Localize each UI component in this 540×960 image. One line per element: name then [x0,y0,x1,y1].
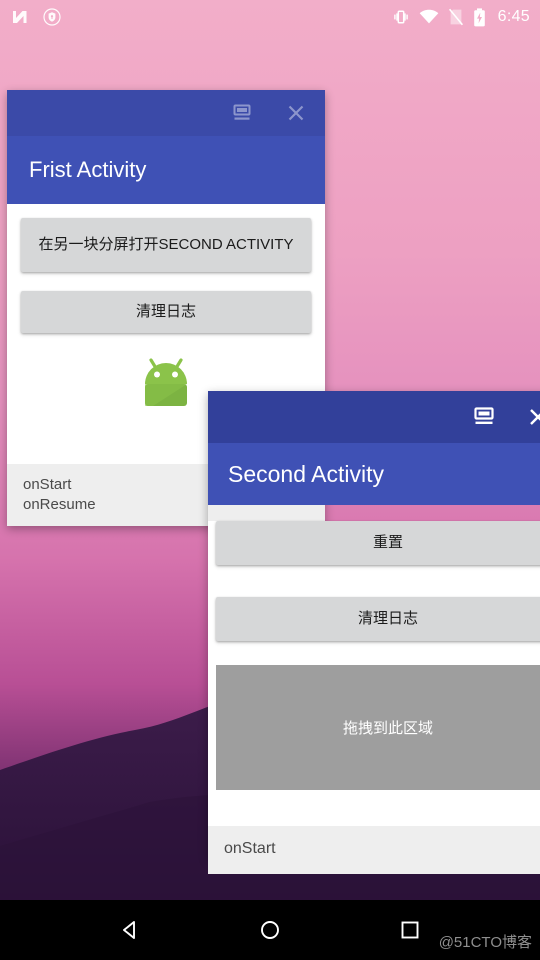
phone-screen: 6:45 Frist Activity 在另一块分屏打开SECOND ACTIV… [0,0,540,960]
window-caption-bar-second [208,391,540,443]
status-bar-clock: 6:45 [497,8,530,25]
clear-log-button-first[interactable]: 清理日志 [21,291,311,333]
split-screen-restore-icon[interactable] [471,404,497,430]
window-caption-bar-first [7,90,325,136]
window-title-second: Second Activity [208,443,540,505]
log-output-second: onStart [208,826,540,874]
window-second-activity[interactable]: Second Activity 重置 清理日志 拖拽到此区域 onStart [208,391,540,874]
window-body-second: 重置 清理日志 拖拽到此区域 onStart [208,521,540,874]
back-icon[interactable] [110,910,150,950]
android-n-logo-icon [10,7,30,27]
battery-charging-icon [473,7,486,27]
status-bar-right: 6:45 [392,7,530,27]
vibrate-icon [392,8,410,26]
drag-drop-zone[interactable]: 拖拽到此区域 [216,665,540,790]
close-icon[interactable] [525,404,540,430]
wifi-icon [419,8,439,26]
no-sim-icon [448,8,464,26]
clear-log-button-second[interactable]: 清理日志 [216,597,540,641]
window-title-first: Frist Activity [7,136,325,204]
recents-icon[interactable] [390,910,430,950]
close-icon[interactable] [283,100,309,126]
watermark: @51CTO博客 [438,934,532,951]
status-bar: 6:45 [0,0,540,34]
shield-vpn-icon [43,8,61,26]
split-screen-restore-icon[interactable] [229,100,255,126]
home-icon[interactable] [250,910,290,950]
open-second-activity-split-button[interactable]: 在另一块分屏打开SECOND ACTIVITY [21,218,311,272]
status-bar-left [10,7,61,27]
reset-button[interactable]: 重置 [216,521,540,565]
